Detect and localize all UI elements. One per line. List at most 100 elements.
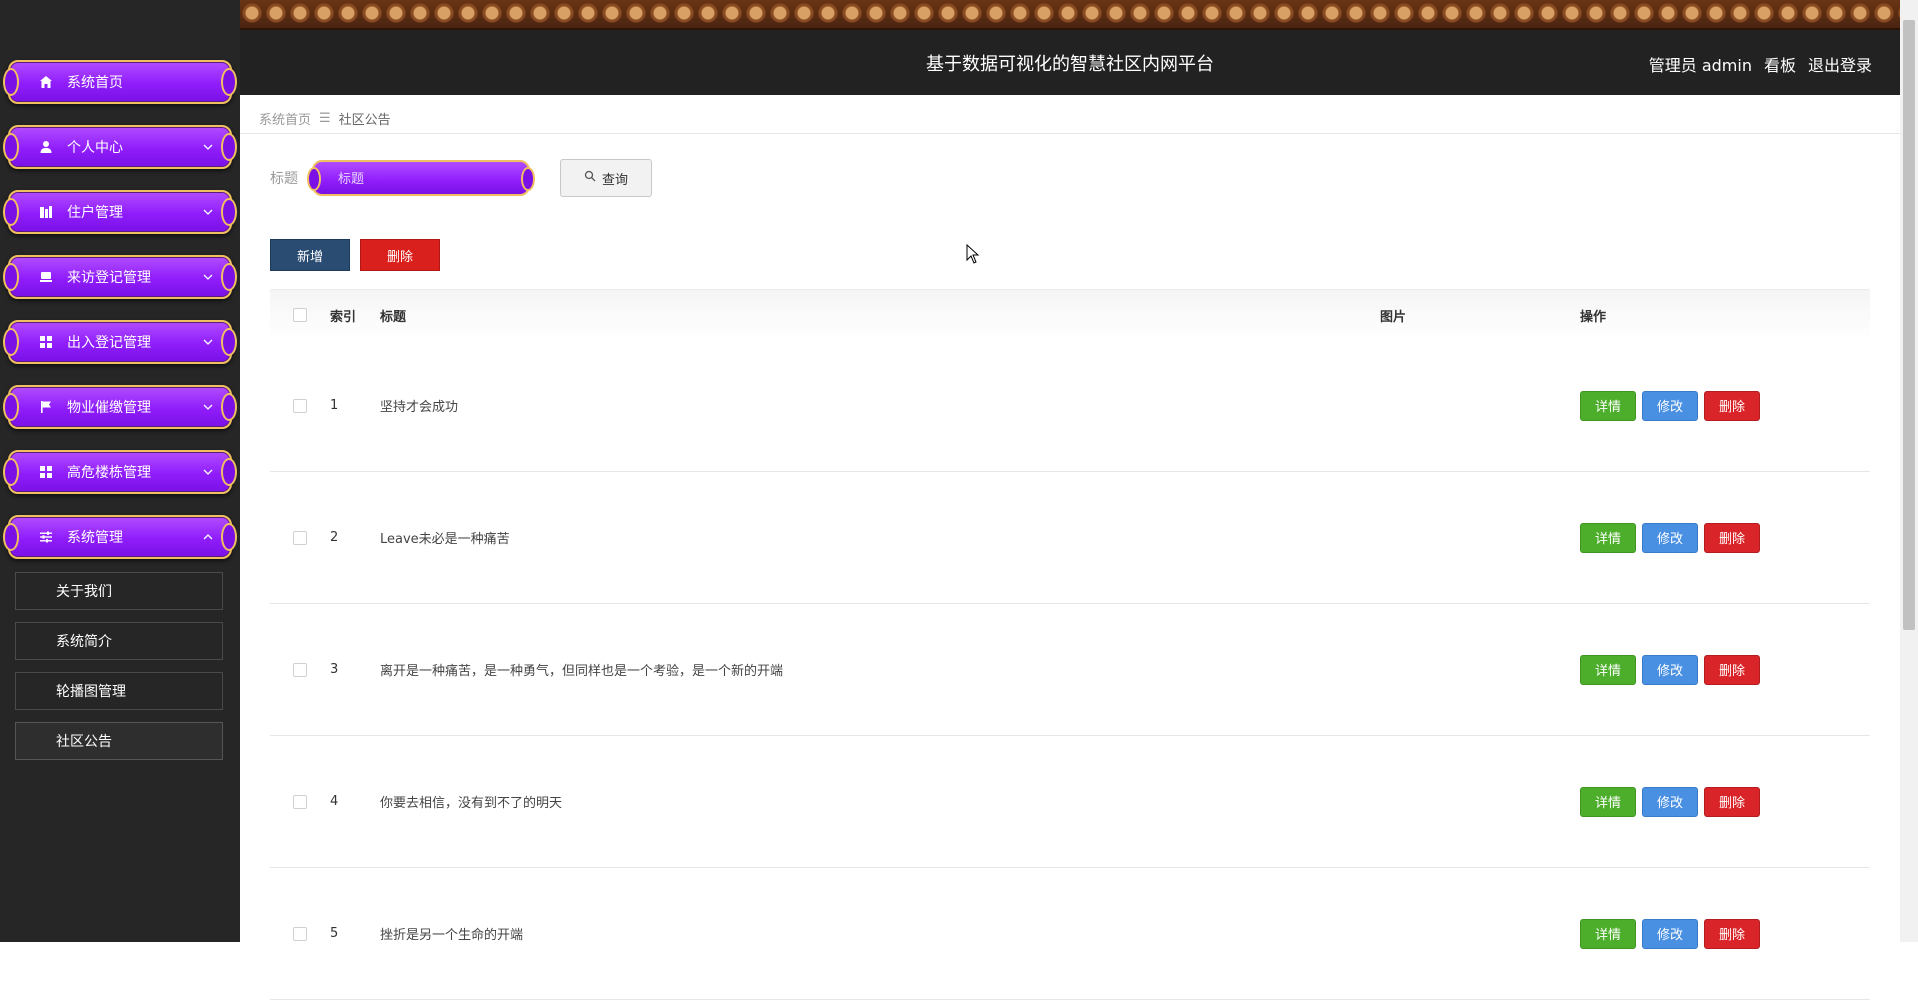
header-title: 标题: [380, 309, 407, 325]
sidebar-menu: 系统首页 个人中心 住户管理 来访登记管理 出入登记管理 物业催缴管理 高危楼栋…: [3, 60, 237, 772]
table-row: 1 坚持才会成功 详情 修改 删除: [270, 340, 1870, 472]
header-image: 图片: [1380, 309, 1407, 325]
page-scrollbar[interactable]: [1900, 0, 1918, 942]
divider: [240, 133, 1900, 134]
row-ops: 详情 修改 删除: [1580, 786, 1870, 817]
row-index: 3: [330, 662, 339, 677]
header-decoration: [240, 0, 1900, 30]
row-index: 1: [330, 398, 339, 413]
sidebar-item-property-fees[interactable]: 物业催缴管理: [3, 385, 237, 429]
table-row: 5 挫折是另一个生命的开端 详情 修改 删除: [270, 868, 1870, 1000]
add-button[interactable]: 新增: [270, 239, 350, 271]
sidebar: 系统首页 个人中心 住户管理 来访登记管理 出入登记管理 物业催缴管理 高危楼栋…: [0, 0, 240, 942]
detail-button[interactable]: 详情: [1580, 918, 1636, 949]
notice-table: 索引 标题 图片 操作 1 坚持才会成功 详情 修改 删除 2 Leave未必是…: [270, 289, 1870, 1000]
submenu-item-about-us[interactable]: 关于我们: [15, 572, 223, 610]
scrollbar-thumb[interactable]: [1903, 20, 1915, 630]
logout-link[interactable]: 退出登录: [1808, 52, 1872, 76]
row-index: 4: [330, 794, 339, 809]
header-index: 索引: [330, 309, 357, 325]
top-header: 基于数据可视化的智慧社区内网平台 管理员 admin 看板 退出登录: [240, 0, 1900, 95]
query-button[interactable]: 查询: [560, 159, 652, 197]
sliders-icon: [37, 528, 55, 546]
sidebar-item-label: 物业催缴管理: [67, 400, 151, 416]
delete-button[interactable]: 删除: [1704, 390, 1760, 421]
edit-button[interactable]: 修改: [1642, 654, 1698, 685]
search-input[interactable]: [336, 168, 510, 190]
main-content: 系统首页 ☰ 社区公告 标题 查询 新增 删除 索引 标题 图片 操作: [240, 95, 1900, 1000]
sidebar-item-entry-exit[interactable]: 出入登记管理: [3, 320, 237, 364]
dashboard-link[interactable]: 看板: [1764, 52, 1796, 76]
detail-button[interactable]: 详情: [1580, 390, 1636, 421]
header-user-area: 管理员 admin 看板 退出登录: [1649, 52, 1872, 76]
row-title: 挫折是另一个生命的开端: [380, 928, 524, 943]
row-checkbox[interactable]: [293, 530, 307, 545]
mouse-cursor-icon: [966, 243, 980, 268]
row-title: 你要去相信，没有到不了的明天: [380, 796, 563, 811]
chevron-down-icon: [202, 466, 214, 478]
sidebar-item-residents[interactable]: 住户管理: [3, 190, 237, 234]
table-row: 4 你要去相信，没有到不了的明天 详情 修改 删除: [270, 736, 1870, 868]
search-label: 标题: [270, 171, 298, 187]
row-checkbox[interactable]: [293, 926, 307, 941]
detail-button[interactable]: 详情: [1580, 654, 1636, 685]
sidebar-item-high-risk-buildings[interactable]: 高危楼栋管理: [3, 450, 237, 494]
sidebar-item-label: 高危楼栋管理: [67, 465, 151, 481]
grid-icon: [37, 463, 55, 481]
edit-button[interactable]: 修改: [1642, 918, 1698, 949]
row-checkbox[interactable]: [293, 662, 307, 677]
chevron-up-icon: [202, 531, 214, 543]
monitor-icon: [37, 268, 55, 286]
edit-button[interactable]: 修改: [1642, 390, 1698, 421]
breadcrumb-current: 社区公告: [338, 113, 391, 128]
submenu-item-carousel[interactable]: 轮播图管理: [15, 672, 223, 710]
search-bar: 标题 查询: [270, 159, 652, 197]
user-icon: [37, 138, 55, 156]
sidebar-item-visitor-registration[interactable]: 来访登记管理: [3, 255, 237, 299]
delete-button[interactable]: 删除: [1704, 918, 1760, 949]
chevron-down-icon: [202, 141, 214, 153]
system-submenu: 关于我们 系统简介 轮播图管理 社区公告: [8, 572, 232, 760]
select-all-cell: [270, 308, 330, 322]
detail-button[interactable]: 详情: [1580, 786, 1636, 817]
edit-button[interactable]: 修改: [1642, 522, 1698, 553]
delete-button[interactable]: 删除: [1704, 786, 1760, 817]
row-index: 2: [330, 530, 339, 545]
sidebar-item-system-management[interactable]: 系统管理: [3, 515, 237, 559]
batch-delete-button[interactable]: 删除: [360, 239, 440, 271]
select-all-checkbox[interactable]: [293, 308, 307, 322]
building-icon: [37, 203, 55, 221]
row-title: 离开是一种痛苦，是一种勇气，但同样也是一个考验，是一个新的开端: [380, 664, 784, 679]
user-label: 管理员 admin: [1648, 56, 1752, 75]
breadcrumb: 系统首页 ☰ 社区公告: [259, 109, 391, 128]
chevron-down-icon: [202, 271, 214, 283]
chevron-down-icon: [202, 336, 214, 348]
sidebar-item-home[interactable]: 系统首页: [3, 60, 237, 104]
table-header: 索引 标题 图片 操作: [270, 289, 1870, 340]
submenu-item-system-intro[interactable]: 系统简介: [15, 622, 223, 660]
header-ops: 操作: [1580, 309, 1607, 325]
chevron-down-icon: [202, 206, 214, 218]
row-checkbox[interactable]: [293, 794, 307, 809]
sidebar-item-label: 系统首页: [67, 75, 123, 91]
sidebar-item-label: 住户管理: [67, 205, 123, 221]
submenu-item-community-notice[interactable]: 社区公告: [15, 722, 223, 760]
sidebar-item-label: 出入登记管理: [67, 335, 151, 351]
delete-button[interactable]: 删除: [1704, 654, 1760, 685]
breadcrumb-home[interactable]: 系统首页: [259, 109, 311, 128]
row-check-cell: [270, 926, 330, 941]
detail-button[interactable]: 详情: [1580, 522, 1636, 553]
sidebar-item-label: 来访登记管理: [67, 270, 151, 286]
row-checkbox[interactable]: [293, 398, 307, 413]
table-row: 3 离开是一种痛苦，是一种勇气，但同样也是一个考验，是一个新的开端 详情 修改 …: [270, 604, 1870, 736]
row-ops: 详情 修改 删除: [1580, 654, 1870, 685]
table-row: 2 Leave未必是一种痛苦 详情 修改 删除: [270, 472, 1870, 604]
search-icon: [584, 170, 596, 186]
edit-button[interactable]: 修改: [1642, 786, 1698, 817]
sidebar-item-personal-center[interactable]: 个人中心: [3, 125, 237, 169]
row-title: Leave未必是一种痛苦: [380, 532, 510, 547]
row-ops: 详情 修改 删除: [1580, 390, 1870, 421]
sidebar-item-label: 个人中心: [67, 140, 123, 156]
row-check-cell: [270, 398, 330, 413]
delete-button[interactable]: 删除: [1704, 522, 1760, 553]
